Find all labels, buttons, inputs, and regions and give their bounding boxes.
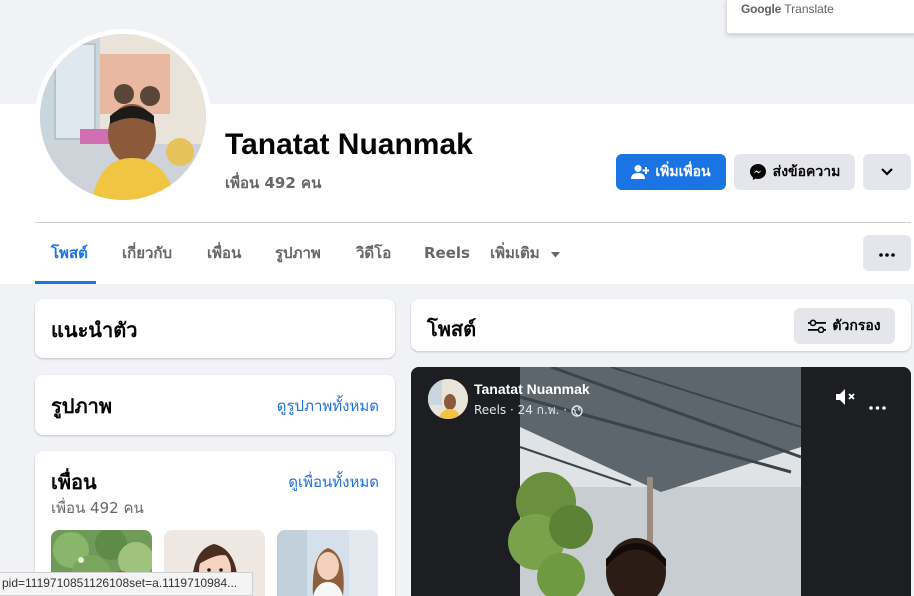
photos-card: รูปภาพ ดูรูปภาพทั้งหมด bbox=[35, 375, 395, 435]
chevron-down-icon bbox=[881, 164, 893, 180]
see-all-friends-link[interactable]: ดูเพื่อนทั้งหมด bbox=[288, 470, 379, 494]
friends-count: เพื่อน 492 คน bbox=[51, 499, 144, 517]
add-friend-icon bbox=[631, 164, 650, 180]
tab-photos[interactable]: รูปภาพ bbox=[275, 226, 321, 281]
tab-friends[interactable]: เพื่อน bbox=[207, 226, 241, 281]
profile-tabs: โพสต์ เกี่ยวกับ เพื่อน รูปภาพ วิดีโอ Ree… bbox=[35, 226, 835, 284]
google-brand: Google bbox=[741, 2, 782, 16]
filter-button[interactable]: ตัวกรอง bbox=[794, 308, 895, 344]
translate-text: Translate bbox=[784, 2, 834, 16]
mute-icon[interactable] bbox=[835, 388, 857, 410]
friend-count[interactable]: เพื่อน 492 คน bbox=[225, 171, 321, 195]
avatar-photo bbox=[40, 34, 206, 200]
globe-icon bbox=[571, 404, 583, 417]
profile-dropdown-button[interactable] bbox=[863, 154, 911, 190]
google-translate-widget[interactable]: Google Translate bbox=[726, 0, 914, 34]
more-dots-icon bbox=[879, 245, 895, 261]
intro-title: แนะนำตัว bbox=[51, 318, 138, 342]
tab-about[interactable]: เกี่ยวกับ bbox=[122, 226, 172, 281]
message-button[interactable]: ส่งข้อความ bbox=[734, 154, 855, 190]
profile-avatar[interactable] bbox=[40, 34, 206, 200]
friend-thumbnail[interactable] bbox=[277, 530, 378, 596]
more-options-button[interactable] bbox=[863, 235, 911, 271]
tab-reels[interactable]: Reels bbox=[424, 226, 470, 281]
see-all-photos-link[interactable]: ดูรูปภาพทั้งหมด bbox=[277, 394, 379, 418]
message-label: ส่งข้อความ bbox=[772, 164, 841, 180]
header-divider bbox=[35, 222, 911, 223]
post-author-avatar[interactable] bbox=[428, 379, 468, 419]
caret-down-icon bbox=[550, 226, 560, 281]
post-meta: Reels · 24 ก.พ. · bbox=[474, 401, 583, 420]
friend-photo bbox=[277, 530, 378, 596]
add-friend-label: เพิ่มเพื่อน bbox=[655, 164, 711, 180]
more-dots-icon[interactable] bbox=[869, 395, 886, 414]
tab-more-label: เพิ่มเติม bbox=[490, 244, 540, 262]
filter-icon bbox=[808, 319, 827, 333]
post-author-name[interactable]: Tanatat Nuanmak bbox=[474, 381, 590, 397]
friends-title[interactable]: เพื่อน bbox=[51, 466, 97, 498]
tab-videos[interactable]: วิดีโอ bbox=[356, 226, 391, 281]
tab-posts[interactable]: โพสต์ bbox=[51, 226, 88, 281]
browser-status-url: pid=1119710851126108set=a.1119710984... bbox=[0, 572, 253, 596]
photos-title[interactable]: รูปภาพ bbox=[51, 390, 112, 422]
reel-post-card[interactable]: Tanatat Nuanmak Reels · 24 ก.พ. · bbox=[411, 367, 911, 596]
active-tab-indicator bbox=[35, 281, 96, 284]
filter-label: ตัวกรอง bbox=[832, 318, 881, 334]
intro-card: แนะนำตัว bbox=[35, 299, 395, 358]
post-meta-text: Reels · 24 ก.พ. · bbox=[474, 403, 568, 417]
messenger-icon bbox=[749, 163, 767, 181]
posts-title: โพสต์ bbox=[427, 317, 477, 341]
google-translate-label: Google Translate bbox=[741, 2, 834, 16]
post-avatar-photo bbox=[428, 379, 468, 419]
profile-name: Tanatat Nuanmak bbox=[225, 128, 473, 161]
add-friend-button[interactable]: เพิ่มเพื่อน bbox=[616, 154, 726, 190]
tab-more[interactable]: เพิ่มเติม bbox=[490, 226, 560, 281]
